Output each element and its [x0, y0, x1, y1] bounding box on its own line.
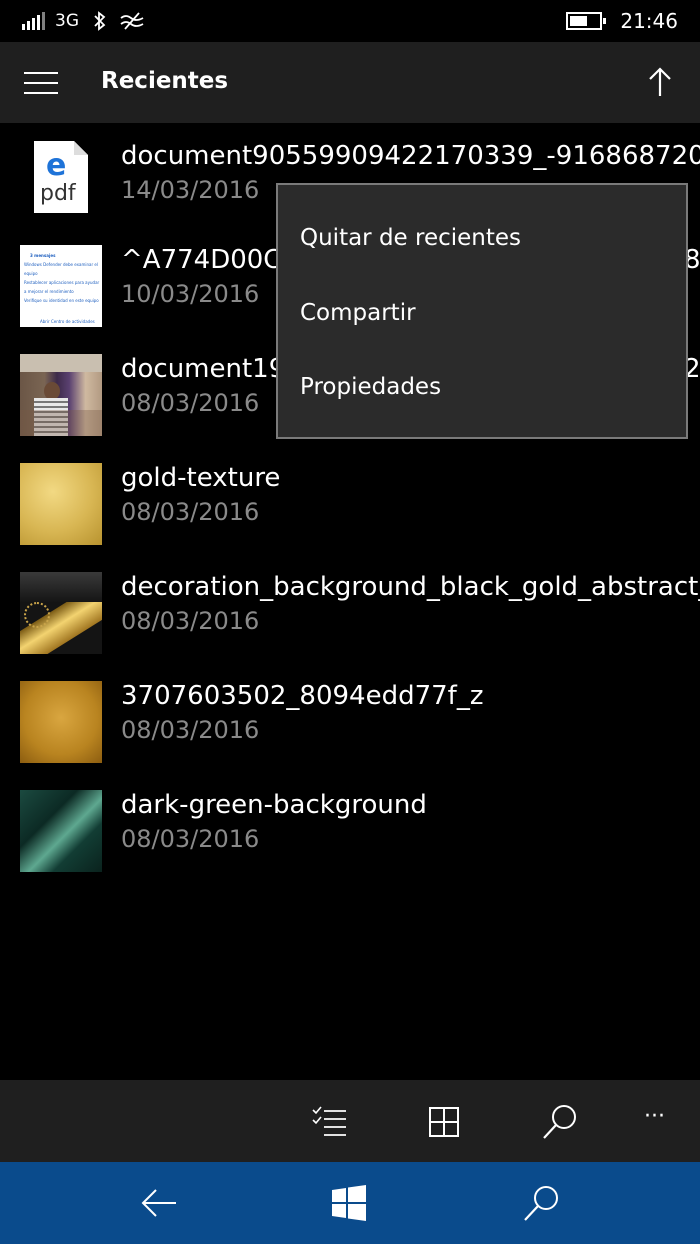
thumb-text-line: Verifique su identidad en este equipo — [24, 298, 99, 303]
search-icon[interactable] — [540, 1102, 580, 1142]
menu-item-properties[interactable]: Propiedades — [278, 350, 686, 424]
gold-paper-thumbnail — [20, 681, 102, 763]
context-menu: Quitar de recientes Compartir Propiedade… — [276, 183, 688, 439]
file-date: 08/03/2016 — [121, 825, 260, 853]
bluetooth-icon — [94, 11, 106, 31]
page-title: Recientes — [101, 68, 229, 94]
file-name: ^A774D00C — [121, 245, 282, 275]
list-item[interactable]: decoration_background_black_gold_abstrac… — [0, 572, 700, 681]
svg-text:e: e — [46, 148, 66, 183]
thumb-text-line: Restablecer aplicaciones para ayudar a m… — [24, 280, 100, 294]
status-right: 21:46 — [566, 8, 678, 34]
pdf-icon: e pdf — [34, 141, 88, 213]
black-gold-thumbnail — [20, 572, 102, 654]
photo-thumbnail — [20, 354, 102, 436]
list-item[interactable]: gold-texture 08/03/2016 — [0, 463, 700, 572]
file-date: 08/03/2016 — [121, 498, 260, 526]
thumb-text-line: Windows Defender debe examinar el equipo — [24, 262, 98, 276]
file-date: 08/03/2016 — [121, 607, 260, 635]
app-bar: ··· — [0, 1080, 700, 1162]
back-icon[interactable] — [138, 1182, 180, 1224]
title-bar: Recientes — [0, 42, 700, 123]
list-item[interactable]: 3707603502_8094edd77f_z 08/03/2016 — [0, 681, 700, 790]
file-date: 14/03/2016 — [121, 176, 260, 204]
network-type: 3G — [55, 11, 79, 31]
file-date: 08/03/2016 — [121, 389, 260, 417]
search-icon[interactable] — [520, 1182, 562, 1224]
select-icon[interactable] — [310, 1102, 350, 1142]
grid-view-icon[interactable] — [424, 1102, 464, 1142]
file-name: decoration_background_black_gold_abstrac… — [121, 572, 700, 602]
green-thumbnail — [20, 790, 102, 872]
navigation-bar — [0, 1162, 700, 1244]
file-date: 08/03/2016 — [121, 716, 260, 744]
file-name: dark-green-background — [121, 790, 427, 820]
battery-icon — [566, 12, 607, 30]
thumb-text-line: Abrir Centro de actividades — [40, 319, 95, 324]
status-bar: 3G 21:46 — [0, 0, 700, 42]
signal-strength-icon — [22, 12, 45, 30]
file-name: gold-texture — [121, 463, 281, 493]
nfc-icon — [120, 12, 144, 30]
pdf-label: pdf — [40, 181, 76, 206]
file-date: 10/03/2016 — [121, 280, 260, 308]
menu-item-remove-from-recent[interactable]: Quitar de recientes — [278, 201, 686, 275]
menu-item-share[interactable]: Compartir — [278, 276, 686, 350]
more-icon[interactable]: ··· — [644, 1104, 684, 1144]
windows-icon[interactable] — [328, 1182, 370, 1224]
file-name: document19 — [121, 354, 286, 384]
file-name: document90559909422170339_-9168687202 — [121, 141, 700, 171]
clock: 21:46 — [620, 9, 678, 33]
up-arrow-icon[interactable] — [646, 66, 674, 98]
screenshot-thumbnail: 3 mensajes Windows Defender debe examina… — [20, 245, 102, 327]
status-left: 3G — [22, 8, 145, 34]
thumb-text-line: 3 mensajes — [30, 253, 56, 258]
file-name: 3707603502_8094edd77f_z — [121, 681, 484, 711]
gold-texture-thumbnail — [20, 463, 102, 545]
list-item[interactable]: dark-green-background 08/03/2016 — [0, 790, 700, 899]
hamburger-menu-icon[interactable] — [24, 72, 58, 94]
